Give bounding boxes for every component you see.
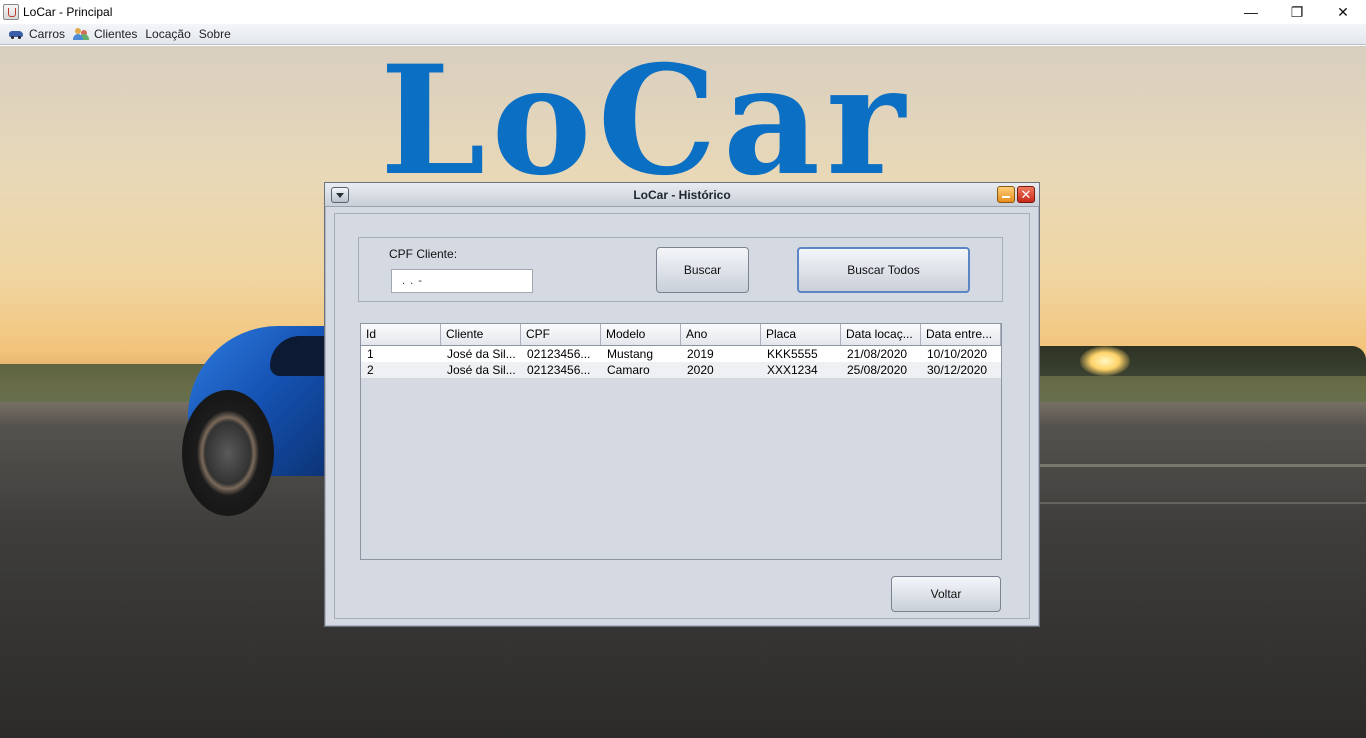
dialog-title: LoCar - Histórico [633, 187, 731, 202]
cell-cliente: José da Sil... [447, 347, 516, 361]
close-button[interactable]: ✕ [1320, 0, 1366, 24]
cell-id: 1 [367, 347, 374, 361]
java-app-icon [3, 4, 19, 20]
system-menu-button[interactable] [331, 187, 349, 203]
sunset-glow [1080, 346, 1130, 376]
menu-clientes[interactable]: Clientes [73, 27, 137, 41]
cell-placa: XXX1234 [767, 363, 818, 377]
column-header-modelo[interactable]: Modelo [601, 324, 681, 345]
cell-ano: 2019 [687, 347, 714, 361]
cell-data-locacao: 25/08/2020 [847, 363, 908, 377]
cell-id: 2 [367, 363, 374, 377]
historico-dialog: LoCar - Histórico ✕ CPF Cliente: . . - B… [324, 182, 1040, 627]
cpf-input[interactable]: . . - [391, 269, 533, 293]
minimize-button[interactable]: — [1228, 0, 1274, 24]
menu-carros-label: Carros [29, 27, 66, 41]
voltar-button[interactable]: Voltar [891, 576, 1001, 612]
cell-cliente: José da Sil... [447, 363, 516, 377]
dialog-controls: ✕ [997, 186, 1035, 203]
users-icon [73, 28, 89, 40]
historico-table[interactable]: Id Cliente CPF Modelo Ano Placa Data loc… [360, 323, 1002, 560]
locar-logo: LoCar [380, 33, 912, 209]
dialog-close-button[interactable]: ✕ [1017, 186, 1035, 203]
window-titlebar: LoCar - Principal — ❐ ✕ [0, 0, 1366, 24]
cpf-label: CPF Cliente: [389, 247, 458, 261]
table-row[interactable]: 1 José da Sil... 02123456... Mustang 201… [361, 346, 1001, 362]
menu-sobre-label: Sobre [198, 27, 231, 41]
cell-modelo: Mustang [607, 347, 654, 361]
buscar-todos-button[interactable]: Buscar Todos [797, 247, 970, 293]
cell-modelo: Camaro [607, 363, 650, 377]
car-icon [8, 28, 24, 40]
table-row[interactable]: 2 José da Sil... 02123456... Camaro 2020… [361, 362, 1001, 378]
buscar-button[interactable]: Buscar [656, 247, 749, 293]
cell-cpf: 02123456... [527, 363, 591, 377]
cell-ano: 2020 [687, 363, 714, 377]
search-panel: CPF Cliente: . . - Buscar Buscar Todos [358, 237, 1003, 302]
car-wheel [182, 390, 274, 516]
maximize-button[interactable]: ❐ [1274, 0, 1320, 24]
dialog-content: CPF Cliente: . . - Buscar Buscar Todos I… [334, 213, 1030, 619]
column-header-data-entrega[interactable]: Data entre... [921, 324, 1001, 345]
menu-sobre[interactable]: Sobre [199, 27, 231, 41]
menu-locacao-label: Locação [145, 27, 191, 41]
dialog-titlebar[interactable]: LoCar - Histórico ✕ [325, 183, 1039, 207]
column-header-cpf[interactable]: CPF [521, 324, 601, 345]
cell-data-entrega: 30/12/2020 [927, 363, 988, 377]
column-header-cliente[interactable]: Cliente [441, 324, 521, 345]
column-header-id[interactable]: Id [361, 324, 441, 345]
column-header-ano[interactable]: Ano [681, 324, 761, 345]
menu-locacao[interactable]: Locação [145, 27, 190, 41]
runway-line [1040, 502, 1366, 504]
dialog-minimize-button[interactable] [997, 186, 1015, 203]
cell-data-locacao: 21/08/2020 [847, 347, 908, 361]
cell-data-entrega: 10/10/2020 [927, 347, 988, 361]
runway-line [1040, 464, 1366, 467]
sports-car [178, 316, 348, 516]
menu-carros[interactable]: Carros [8, 27, 65, 41]
cell-cpf: 02123456... [527, 347, 591, 361]
column-header-placa[interactable]: Placa [761, 324, 841, 345]
column-header-data-locacao[interactable]: Data locaç... [841, 324, 921, 345]
window-title: LoCar - Principal [23, 5, 113, 19]
table-header: Id Cliente CPF Modelo Ano Placa Data loc… [361, 324, 1001, 346]
cell-placa: KKK5555 [767, 347, 818, 361]
window-controls: — ❐ ✕ [1228, 0, 1366, 24]
menu-clientes-label: Clientes [94, 27, 138, 41]
